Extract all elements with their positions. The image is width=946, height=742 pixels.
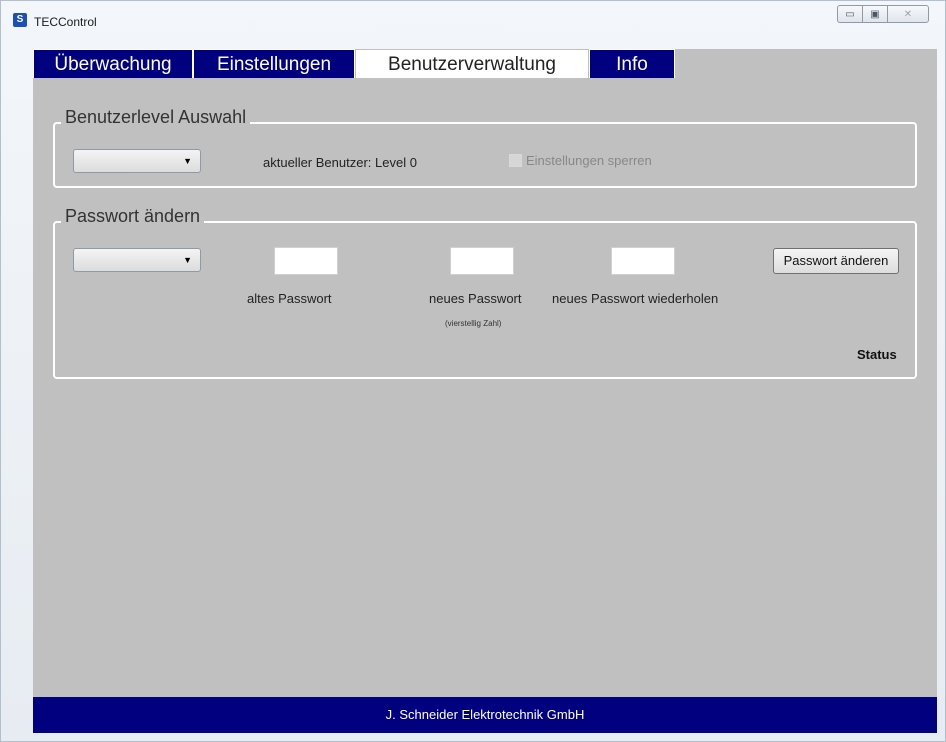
app-icon: S — [13, 13, 27, 27]
passwort-title: Passwort ändern — [61, 206, 205, 227]
repeat-password-label: neues Passwort wiederholen — [552, 291, 719, 306]
new-password-label: neues Passwort — [429, 291, 522, 306]
lock-settings-checkbox[interactable]: Einstellungen sperren — [509, 153, 652, 168]
window-title: TECControl — [34, 15, 97, 29]
passwort-groupbox: Passwort ändern ▼ Passwort änderen altes… — [53, 206, 917, 379]
app-window: S TECControl ▭ ▣ ✕ Überwachung Einstellu… — [0, 0, 946, 742]
benutzerlevel-title: Benutzerlevel Auswahl — [61, 107, 251, 128]
tab-benutzerverwaltung[interactable]: Benutzerverwaltung — [355, 49, 589, 78]
passwort-user-select[interactable]: ▼ — [73, 248, 201, 272]
window-controls: ▭ ▣ ✕ — [837, 5, 929, 23]
tab-bar: Überwachung Einstellungen Benutzerverwal… — [33, 49, 675, 78]
tab-info[interactable]: Info — [589, 49, 675, 78]
status-label: Status — [857, 347, 897, 362]
maximize-button[interactable]: ▣ — [862, 5, 887, 23]
lock-settings-label: Einstellungen sperren — [526, 153, 652, 168]
main-content: Überwachung Einstellungen Benutzerverwal… — [33, 49, 937, 733]
chevron-down-icon: ▼ — [183, 255, 192, 265]
tab-ueberwachung[interactable]: Überwachung — [33, 49, 193, 78]
old-password-input[interactable] — [274, 247, 338, 275]
chevron-down-icon: ▼ — [183, 156, 192, 166]
minimize-button[interactable]: ▭ — [837, 5, 862, 23]
repeat-password-input[interactable] — [611, 247, 675, 275]
tab-einstellungen[interactable]: Einstellungen — [193, 49, 355, 78]
new-password-hint: (vierstellig Zahl) — [445, 319, 502, 328]
old-password-label: altes Passwort — [247, 291, 332, 306]
change-password-button[interactable]: Passwort änderen — [773, 248, 899, 274]
close-button[interactable]: ✕ — [887, 5, 929, 23]
benutzerlevel-select[interactable]: ▼ — [73, 149, 201, 173]
footer-bar: J. Schneider Elektrotechnik GmbH — [33, 697, 937, 733]
checkbox-box[interactable] — [509, 154, 522, 167]
title-bar[interactable]: S TECControl ▭ ▣ ✕ — [1, 1, 945, 33]
benutzerlevel-groupbox: Benutzerlevel Auswahl ▼ aktueller Benutz… — [53, 107, 917, 188]
current-user-label: aktueller Benutzer: Level 0 — [263, 155, 417, 170]
new-password-input[interactable] — [450, 247, 514, 275]
